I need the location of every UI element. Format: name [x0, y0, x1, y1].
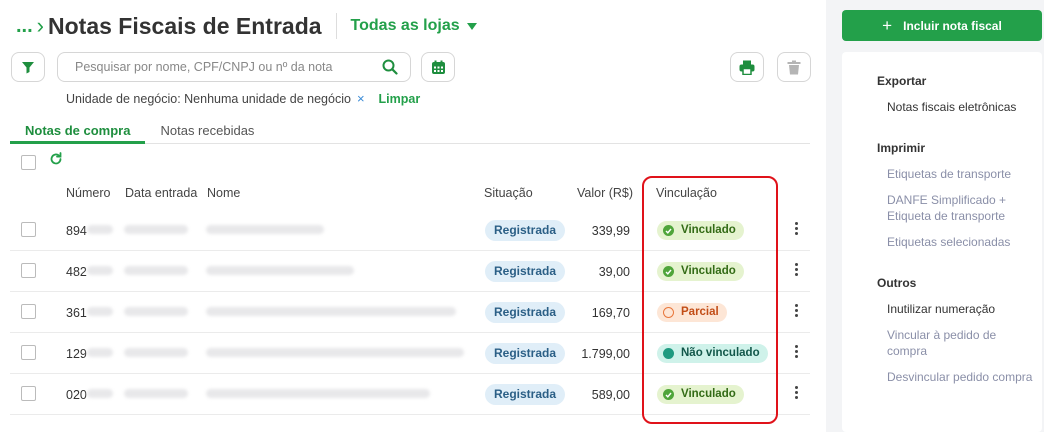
status-badge: Registrada: [485, 302, 566, 323]
redacted-number: [87, 225, 113, 234]
redacted-name: [206, 266, 354, 275]
store-selector[interactable]: Todas as lojas: [351, 17, 477, 35]
trash-icon: [787, 60, 801, 74]
chevron-right-icon: ›: [36, 13, 44, 38]
print-transport-labels-link[interactable]: Etiquetas de transporte: [887, 166, 1037, 182]
search-input[interactable]: [58, 53, 382, 81]
link-column-highlight: [642, 176, 778, 424]
more-options-icon[interactable]: [793, 345, 799, 358]
redacted-date: [124, 307, 188, 316]
column-header-number[interactable]: Número: [66, 186, 110, 200]
printer-icon: [739, 60, 755, 75]
row-value: 169,70: [591, 306, 630, 320]
section-print-title: Imprimir: [877, 141, 926, 155]
row-value: 1.799,00: [581, 347, 630, 361]
tab-notas-recebidas[interactable]: Notas recebidas: [145, 120, 269, 144]
search-field[interactable]: [57, 52, 411, 82]
status-badge: Registrada: [485, 384, 566, 405]
breadcrumb[interactable]: ...: [16, 15, 33, 38]
unlink-purchase-order-link[interactable]: Desvincular pedido compra: [887, 369, 1037, 385]
row-number: 482: [66, 265, 87, 279]
row-checkbox[interactable]: [21, 345, 36, 360]
redacted-date: [124, 266, 188, 275]
row-value: 39,00: [598, 265, 630, 279]
more-options-icon[interactable]: [793, 263, 799, 276]
tabs: Notas de compra Notas recebidas: [10, 120, 810, 144]
status-badge: Registrada: [485, 343, 566, 364]
page-title: Notas Fiscais de Entrada: [48, 12, 322, 39]
redacted-date: [124, 348, 188, 357]
redacted-number: [87, 389, 113, 398]
add-invoice-label: Incluir nota fiscal: [903, 18, 1002, 33]
redacted-date: [124, 225, 188, 234]
calendar-icon: [431, 60, 445, 74]
column-header-value[interactable]: Valor (R$): [577, 186, 633, 200]
print-selected-labels-link[interactable]: Etiquetas selecionadas: [887, 234, 1037, 250]
remove-filter-icon[interactable]: ×: [357, 91, 365, 106]
print-danfe-link[interactable]: DANFE Simplificado + Etiqueta de transpo…: [887, 192, 1037, 224]
redacted-number: [87, 307, 113, 316]
more-options-icon[interactable]: [793, 304, 799, 317]
section-others-title: Outros: [877, 276, 917, 290]
caret-down-icon: [466, 22, 477, 30]
status-badge: Registrada: [485, 261, 566, 282]
row-value: 589,00: [591, 388, 630, 402]
section-export-title: Exportar: [877, 74, 927, 88]
row-value: 339,99: [591, 224, 630, 238]
redacted-number: [87, 266, 113, 275]
more-options-icon[interactable]: [793, 222, 799, 235]
tab-notas-de-compra[interactable]: Notas de compra: [10, 120, 146, 144]
active-filter: Unidade de negócio: Nenhuma unidade de n…: [66, 91, 420, 106]
status-badge: Registrada: [485, 220, 566, 241]
redacted-name: [206, 307, 456, 316]
column-header-status[interactable]: Situação: [484, 186, 533, 200]
add-invoice-button[interactable]: + Incluir nota fiscal: [842, 10, 1042, 41]
export-nfe-link[interactable]: Notas fiscais eletrônicas: [887, 99, 1037, 115]
main-panel: ... › Notas Fiscais de Entrada Todas as …: [0, 0, 826, 432]
store-selector-label: Todas as lojas: [350, 17, 460, 34]
clear-filters-link[interactable]: Limpar: [379, 92, 421, 106]
row-checkbox[interactable]: [21, 386, 36, 401]
refresh-icon[interactable]: [49, 152, 63, 171]
print-button[interactable]: [730, 52, 764, 82]
select-all-checkbox[interactable]: [21, 155, 36, 170]
link-purchase-order-link[interactable]: Vincular à pedido de compra: [887, 327, 1037, 359]
row-number: 020: [66, 388, 87, 402]
page-header: ... › Notas Fiscais de Entrada Todas as …: [16, 10, 477, 42]
column-header-date[interactable]: Data entrada: [125, 186, 197, 200]
column-header-name[interactable]: Nome: [207, 186, 240, 200]
row-number: 129: [66, 347, 87, 361]
row-number: 361: [66, 306, 87, 320]
calendar-button[interactable]: [421, 52, 455, 82]
filter-chip-label: Unidade de negócio: Nenhuma unidade de n…: [66, 91, 351, 106]
actions-panel: Exportar Notas fiscais eletrônicas Impri…: [842, 52, 1042, 432]
redacted-number: [87, 348, 113, 357]
redacted-name: [206, 389, 430, 398]
disable-numbering-link[interactable]: Inutilizar numeração: [887, 301, 1037, 317]
row-checkbox[interactable]: [21, 222, 36, 237]
divider: [335, 13, 337, 39]
filter-button[interactable]: [11, 52, 45, 82]
redacted-name: [206, 225, 324, 234]
more-options-icon[interactable]: [793, 386, 799, 399]
row-checkbox[interactable]: [21, 263, 36, 278]
redacted-name: [206, 348, 464, 357]
search-icon[interactable]: [382, 59, 398, 75]
redacted-date: [124, 389, 188, 398]
row-number: 894: [66, 224, 87, 238]
filter-icon: [22, 61, 34, 73]
delete-button[interactable]: [777, 52, 811, 82]
row-checkbox[interactable]: [21, 304, 36, 319]
plus-icon: +: [882, 15, 893, 35]
